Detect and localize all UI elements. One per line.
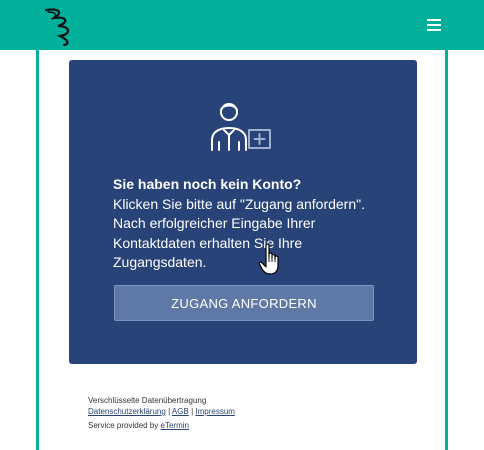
card-message: Sie haben noch kein Konto? Klicken Sie b… bbox=[113, 175, 383, 273]
user-add-icon bbox=[211, 103, 271, 151]
imprint-link[interactable]: Impressum bbox=[195, 407, 235, 416]
separator: | bbox=[191, 407, 194, 416]
top-bar bbox=[0, 0, 484, 50]
service-prefix: Service provided by bbox=[88, 421, 159, 430]
privacy-link[interactable]: Datenschutzerklärung bbox=[88, 407, 166, 416]
left-border bbox=[36, 50, 39, 450]
hand-pointer-cursor-icon bbox=[258, 243, 279, 275]
encryption-note: Verschlüsselte Datenübertragung bbox=[88, 396, 207, 405]
card-heading: Sie haben noch kein Konto? bbox=[113, 176, 302, 192]
service-credit: Service provided by eTermin bbox=[88, 420, 235, 431]
separator: | bbox=[168, 407, 171, 416]
footer-links: Datenschutzerklärung | AGB | Impressum bbox=[88, 406, 235, 417]
swirl-logo-icon[interactable] bbox=[40, 6, 78, 46]
card-body-text: Klicken Sie bitte auf "Zugang anfordern"… bbox=[113, 195, 365, 271]
request-access-button[interactable]: ZUGANG ANFORDERN bbox=[114, 285, 374, 321]
agb-link[interactable]: AGB bbox=[172, 407, 189, 416]
etermin-link[interactable]: eTermin bbox=[161, 421, 189, 430]
hamburger-menu-icon[interactable] bbox=[420, 14, 448, 36]
footer: Verschlüsselte Datenübertragung Datensch… bbox=[88, 395, 235, 431]
signup-card: Sie haben noch kein Konto? Klicken Sie b… bbox=[69, 60, 417, 364]
right-border bbox=[445, 50, 448, 450]
